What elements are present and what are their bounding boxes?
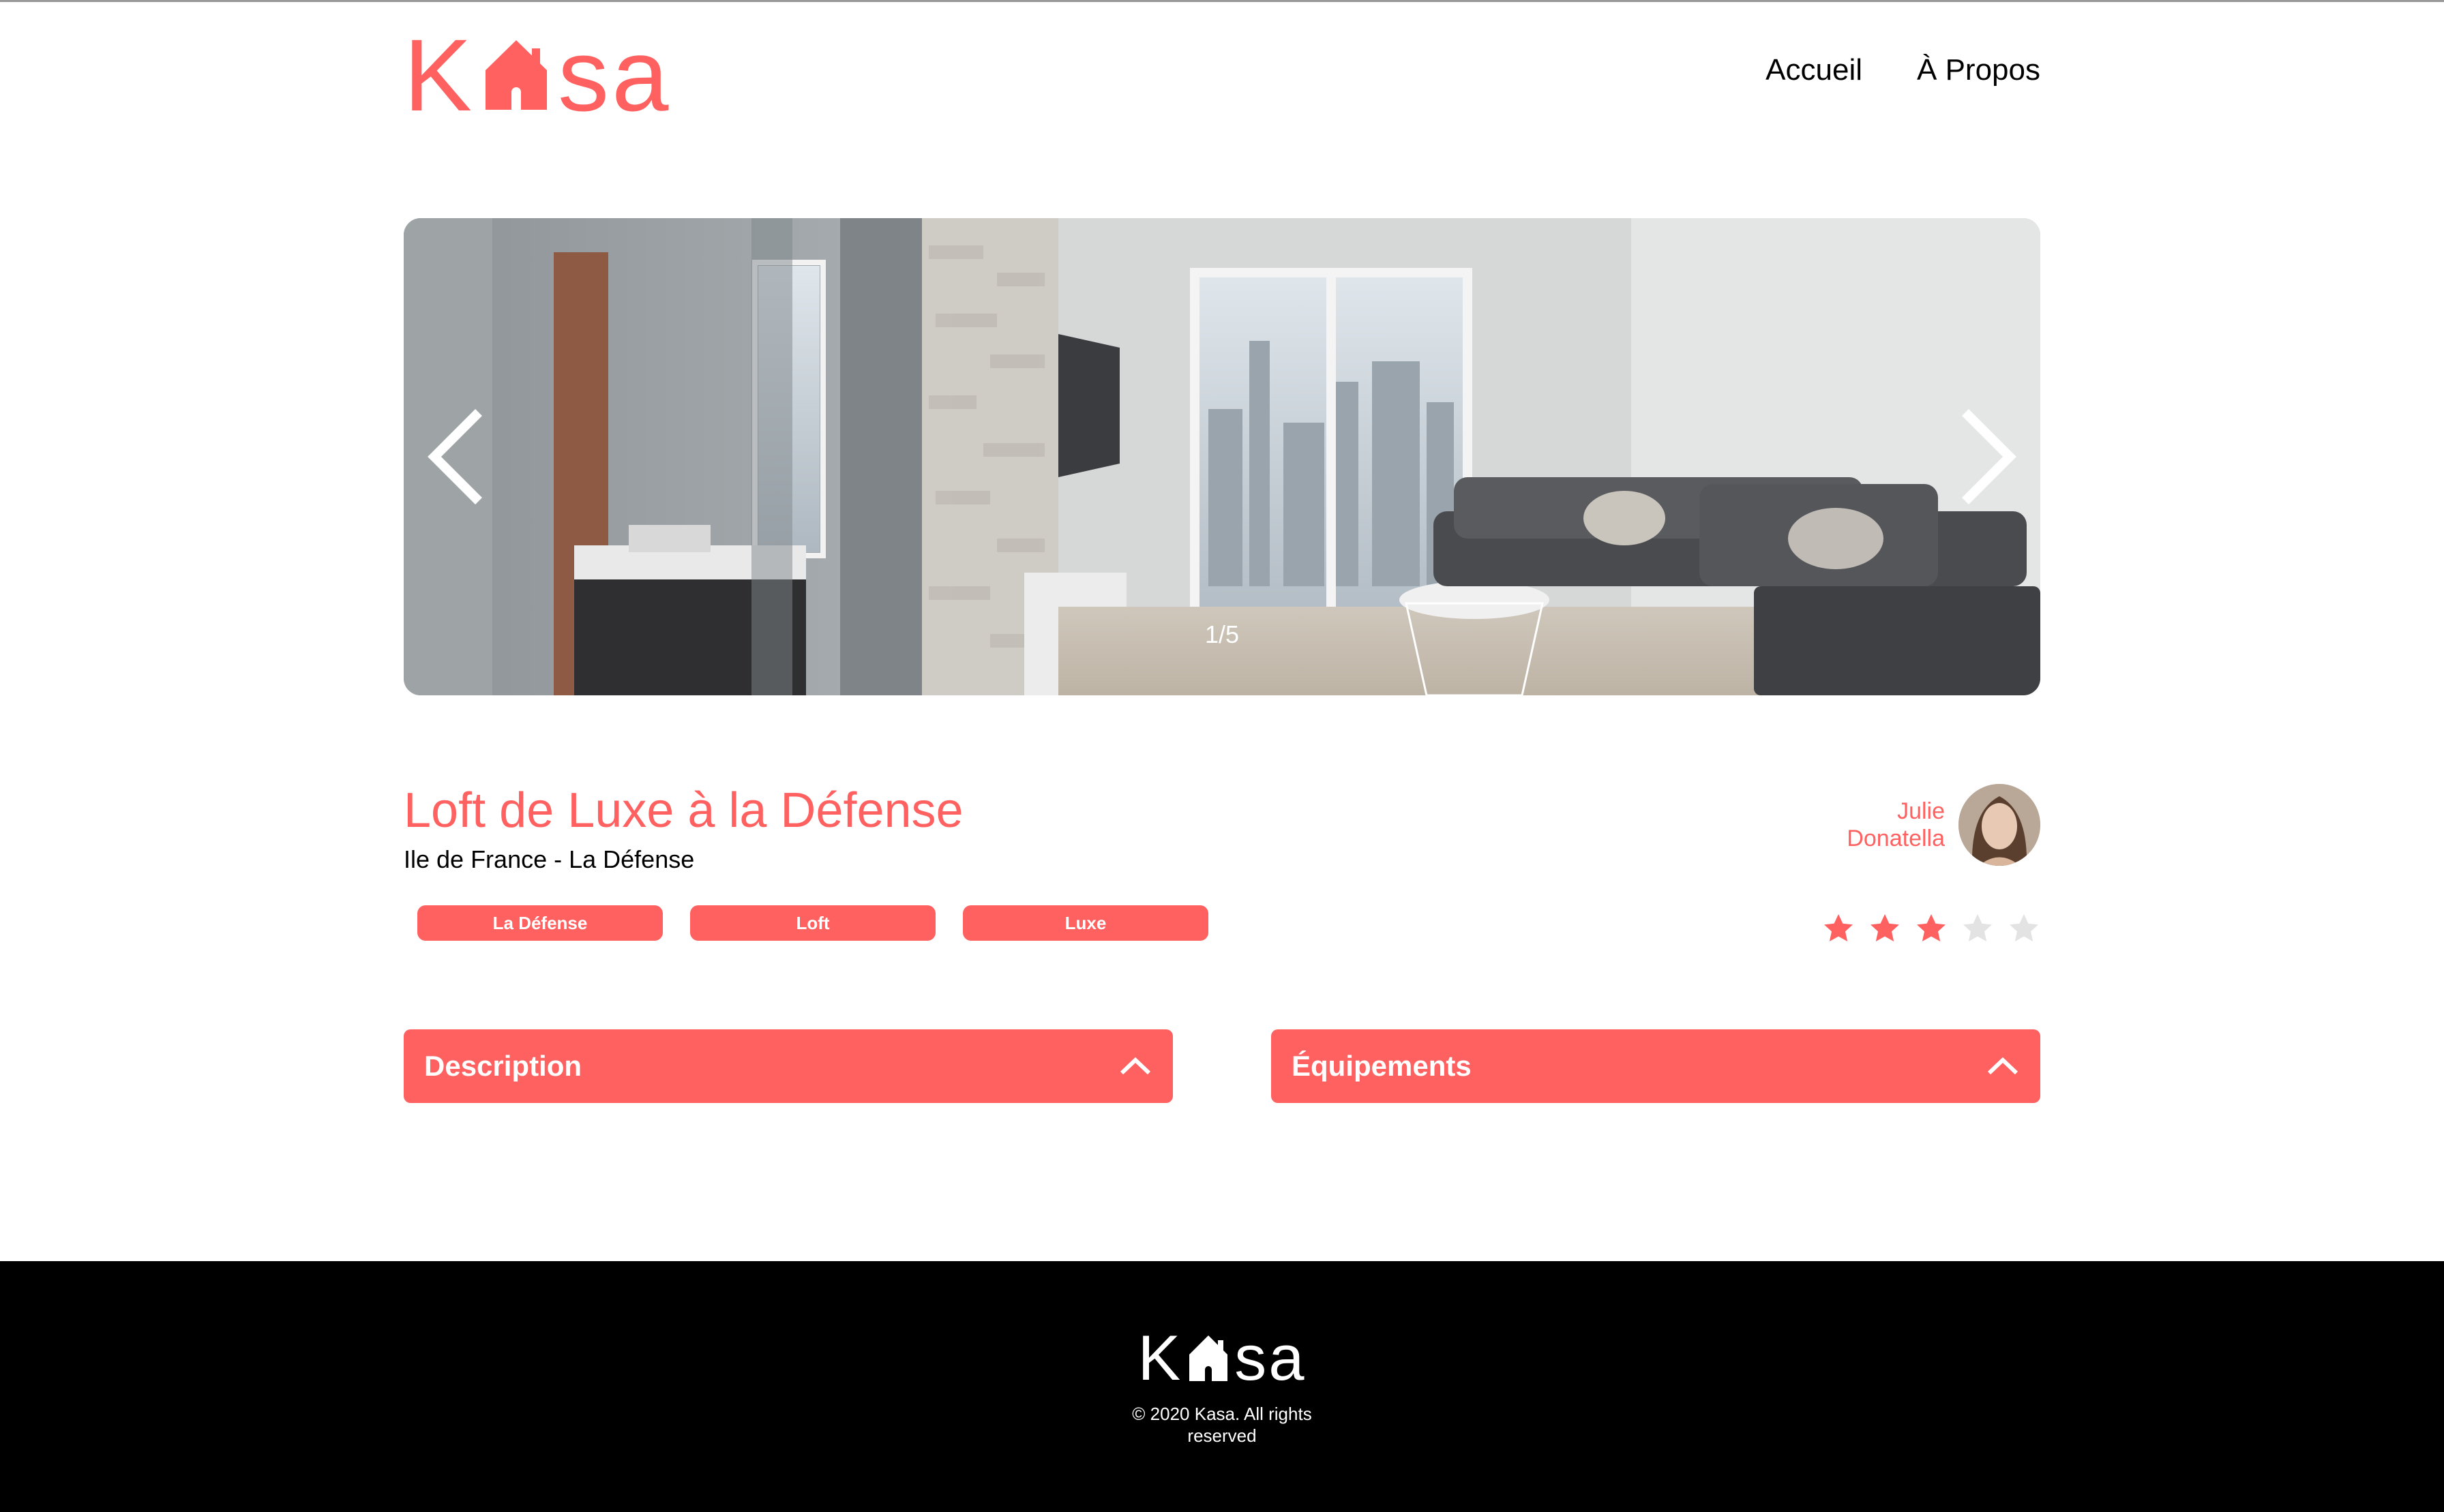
chevron-up-icon (1987, 1057, 2018, 1075)
tag: Luxe (963, 905, 1208, 941)
carousel-counter: 1/5 (1204, 620, 1240, 648)
tag: La Défense (417, 905, 663, 941)
chevron-right-icon (1962, 409, 2016, 504)
site-header: K sa Accueil À Propos (404, 24, 2040, 126)
carousel-prev-button[interactable] (424, 406, 492, 508)
equipment-title: Équipements (1292, 1050, 1472, 1082)
kasa-logo[interactable]: K sa (404, 24, 672, 126)
photo-carousel: 1/5 (404, 218, 2040, 695)
logo-letter-k: K (404, 18, 475, 132)
host-name: Julie Donatella (1808, 798, 1945, 852)
listing-location: Ile de France - La Défense (404, 845, 695, 873)
nav-a-propos-link[interactable]: À Propos (1917, 53, 2040, 87)
site-footer: K sa © 2020 Kasa. All rights reserved (0, 1261, 2444, 1512)
star-rating (1822, 912, 2040, 945)
top-border (0, 0, 2444, 2)
footer-logo: K sa (0, 1326, 2444, 1390)
host-portrait (1958, 784, 2040, 866)
logo-wordmark: K sa (404, 24, 672, 126)
description-collapse[interactable]: Description (404, 1029, 1173, 1103)
footer-logo-letters-sa: sa (1234, 1322, 1307, 1393)
main-nav: Accueil À Propos (1765, 53, 2040, 87)
star-empty-icon (1963, 914, 1992, 941)
listing-title: Loft de Luxe à la Défense (404, 783, 964, 838)
host-info: Julie Donatella (1808, 784, 2040, 866)
equipment-collapse[interactable]: Équipements (1271, 1029, 2040, 1103)
avatar (1958, 784, 2040, 866)
chevron-up-icon (1120, 1057, 1151, 1075)
house-icon (486, 40, 548, 110)
star-filled-icon (1917, 914, 1946, 941)
star-filled-icon (1824, 914, 1853, 941)
tag-list: La Défense Loft Luxe (417, 905, 1208, 941)
footer-logo-letter-k: K (1137, 1322, 1183, 1393)
description-title: Description (424, 1050, 582, 1082)
carousel-next-button[interactable] (1952, 406, 2020, 508)
copyright-text: © 2020 Kasa. All rights reserved (1132, 1404, 1312, 1446)
host-last-name: Donatella (1847, 826, 1945, 851)
star-filled-icon (1871, 914, 1899, 941)
chevron-left-icon (428, 409, 482, 504)
host-first-name: Julie (1897, 798, 1945, 824)
tag: Loft (690, 905, 936, 941)
nav-accueil-link[interactable]: Accueil (1765, 53, 1862, 87)
footer-logo-wordmark: K sa (1138, 1326, 1307, 1390)
logo-letters-sa: sa (558, 18, 672, 132)
house-icon (1189, 1335, 1228, 1381)
star-empty-icon (2010, 914, 2038, 941)
